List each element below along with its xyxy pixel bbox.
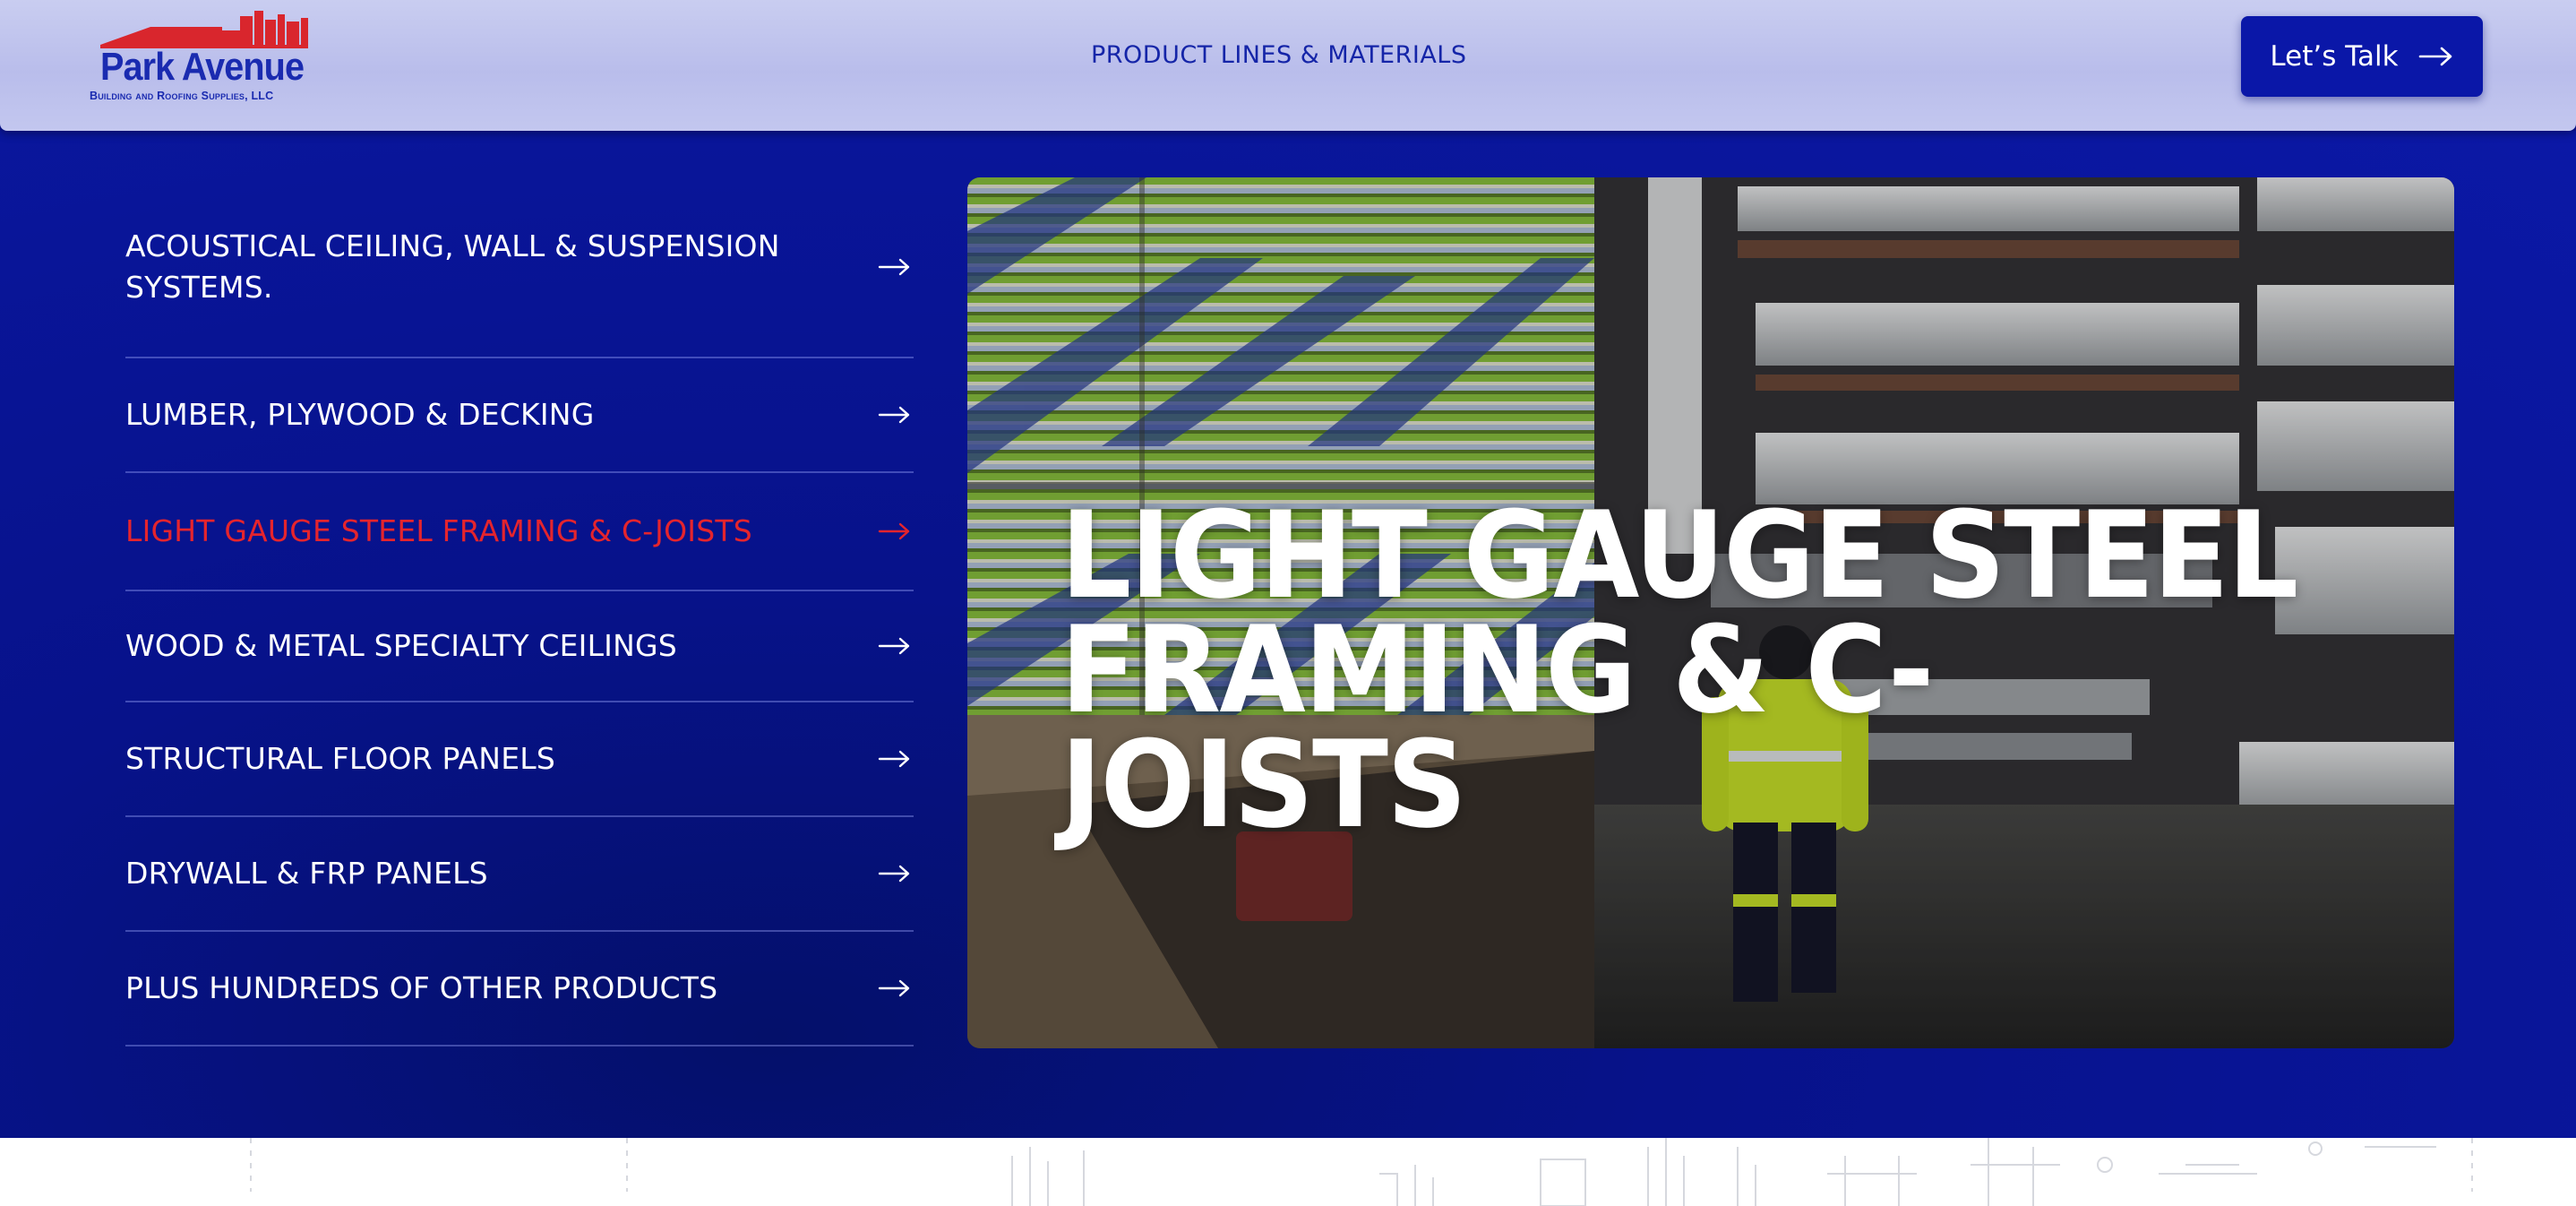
featured-title-line1: LIGHT GAUGE STEEL [1060,486,2298,625]
menu-item-label: ACOUSTICAL CEILING, WALL & SUSPENSION SY… [125,228,780,305]
next-section-preview [0,1138,2576,1206]
menu-item-steel-framing[interactable]: LIGHT GAUGE STEEL FRAMING & C-JOISTS [125,473,914,591]
lets-talk-label: Let’s Talk [2270,40,2399,73]
arrow-right-icon [878,637,910,655]
arrow-right-icon [878,865,910,883]
arrow-right-icon [878,406,910,424]
menu-item-specialty-ceilings[interactable]: WOOD & METAL SPECIALTY CEILINGS [125,591,914,702]
featured-product-image: LIGHT GAUGE STEEL FRAMING & C-JOISTS [967,177,2454,1048]
menu-item-label: STRUCTURAL FLOOR PANELS [125,741,555,776]
featured-title: LIGHT GAUGE STEEL FRAMING & C-JOISTS [1060,486,2327,855]
site-header: Park Avenue Building and Roofing Supplie… [0,0,2576,131]
menu-item-label: WOOD & METAL SPECIALTY CEILINGS [125,628,677,663]
logo-name: Park Avenue [100,45,305,89]
menu-item-label: DRYWALL & FRP PANELS [125,856,488,891]
menu-item-label: LIGHT GAUGE STEEL FRAMING & C-JOISTS [125,513,752,548]
arrow-right-icon [2418,47,2451,66]
product-lines-section: ACOUSTICAL CEILING, WALL & SUSPENSION SY… [0,131,2576,1138]
menu-item-lumber[interactable]: LUMBER, PLYWOOD & DECKING [125,358,914,473]
lets-talk-button[interactable]: Let’s Talk [2241,16,2483,97]
menu-item-other-products[interactable]: PLUS HUNDREDS OF OTHER PRODUCTS [125,932,914,1047]
arrow-right-icon [878,522,910,540]
menu-item-drywall[interactable]: DRYWALL & FRP PANELS [125,817,914,932]
menu-item-acoustical[interactable]: ACOUSTICAL CEILING, WALL & SUSPENSION SY… [125,177,914,358]
nav-product-lines[interactable]: PRODUCT LINES & MATERIALS [1091,41,1467,69]
architectural-sketch-decoration [250,1138,2473,1206]
menu-item-label: PLUS HUNDREDS OF OTHER PRODUCTS [125,970,718,1005]
product-menu: ACOUSTICAL CEILING, WALL & SUSPENSION SY… [125,177,914,1047]
menu-item-label: LUMBER, PLYWOOD & DECKING [125,397,595,432]
arrow-right-icon [878,750,910,768]
logo-tagline: Building and Roofing Supplies, LLC [90,90,274,102]
menu-item-floor-panels[interactable]: STRUCTURAL FLOOR PANELS [125,702,914,817]
arrow-right-icon [878,979,910,997]
featured-title-line2: FRAMING & C-JOISTS [1060,600,1935,855]
park-avenue-logo[interactable]: Park Avenue Building and Roofing Supplie… [88,11,322,108]
arrow-right-icon [878,258,910,276]
